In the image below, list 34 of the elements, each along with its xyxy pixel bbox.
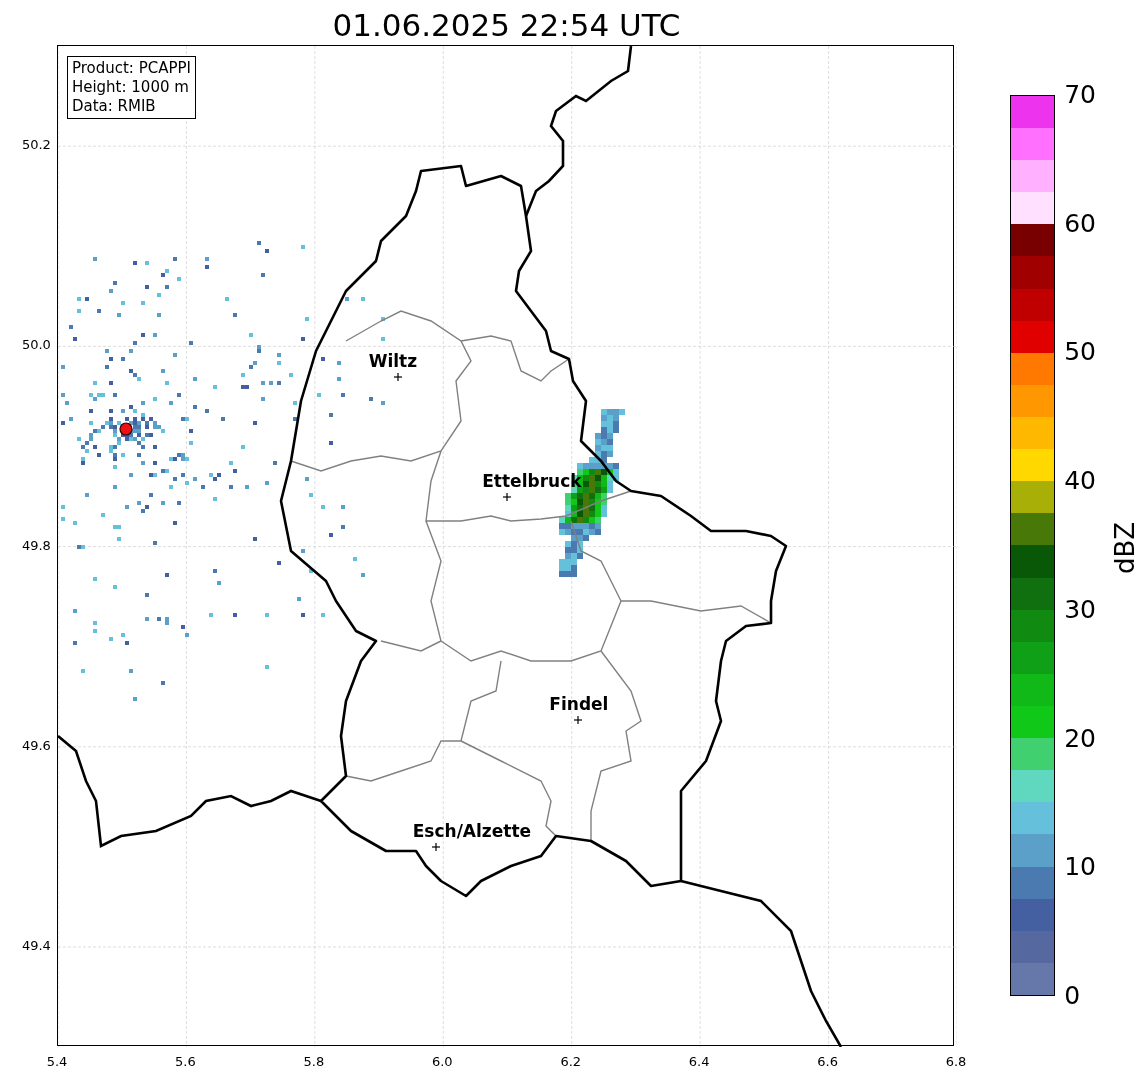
axis-tick-label: 49.6 [21, 737, 51, 754]
axis-tick-label: 6.0 [431, 1054, 453, 1070]
info-text: Product: PCAPPI [71, 59, 191, 78]
city-label: Esch/Alzette [412, 821, 532, 841]
axis-tick-label: 6.4 [688, 1054, 710, 1070]
colorbar-tick-label: 30 [1064, 595, 1096, 624]
city-marker-icon [502, 492, 512, 502]
axis-tick-label: 5.6 [175, 1054, 196, 1070]
radar-site-icon [119, 422, 133, 436]
info-text: Data: RMIB [71, 97, 157, 116]
axis-tick-label: 5.8 [303, 1054, 325, 1070]
city-label: Findel [549, 694, 609, 714]
plot-title: 01.06.2025 22:54 UTC [332, 6, 681, 45]
city-marker-icon [393, 372, 403, 382]
axis-tick-label: 6.6 [817, 1054, 838, 1070]
colorbar-tick-label: 20 [1064, 724, 1096, 753]
axis-tick-label: 6.8 [945, 1054, 967, 1070]
city-label: Wiltz [368, 351, 418, 371]
colorbar-tick-label: 70 [1064, 81, 1096, 109]
axis-tick-label: 6.2 [560, 1054, 582, 1070]
colorbar-tick-label: 40 [1064, 467, 1096, 496]
axis-tick-label: 49.4 [21, 938, 51, 954]
colorbar-tick-label: 0 [1064, 982, 1081, 1010]
colorbar-tick-label: 10 [1064, 853, 1096, 882]
city-marker-icon [431, 842, 441, 852]
axis-tick-label: 50.0 [21, 337, 51, 354]
axis-tick-label: 50.2 [21, 137, 51, 154]
info-text: Height: 1000 m [71, 78, 190, 97]
axis-tick-label: 49.8 [21, 537, 51, 554]
city-marker-icon [573, 715, 583, 725]
colorbar-tick-label: 60 [1064, 209, 1096, 238]
axis-tick-label: 5.4 [46, 1054, 68, 1070]
colorbar-tick-label: 50 [1064, 338, 1096, 367]
colorbar-label: dBZ [1110, 521, 1141, 575]
